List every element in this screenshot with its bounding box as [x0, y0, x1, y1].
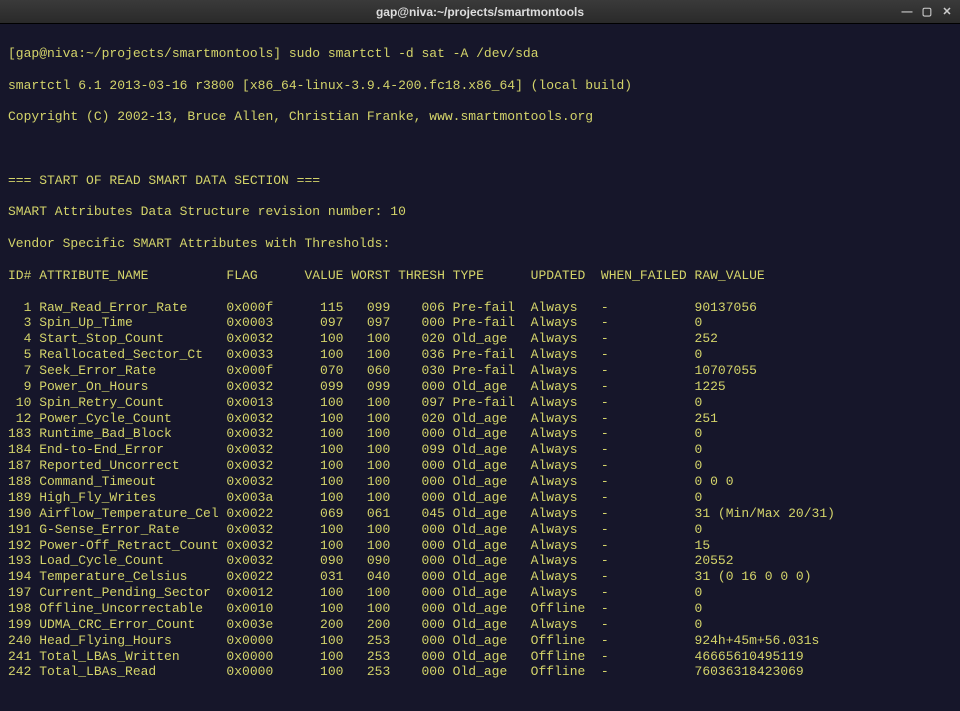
- section-start: === START OF READ SMART DATA SECTION ===: [8, 173, 952, 189]
- table-row: 1 Raw_Read_Error_Rate 0x000f 115 099 006…: [8, 300, 952, 316]
- table-row: 194 Temperature_Celsius 0x0022 031 040 0…: [8, 569, 952, 585]
- table-header: ID# ATTRIBUTE_NAME FLAG VALUE WORST THRE…: [8, 268, 952, 284]
- info-line-1: smartctl 6.1 2013-03-16 r3800 [x86_64-li…: [8, 78, 952, 94]
- table-row: 193 Load_Cycle_Count 0x0032 090 090 000 …: [8, 553, 952, 569]
- window-titlebar: gap@niva:~/projects/smartmontools — ▢ ✕: [0, 0, 960, 24]
- table-row: 7 Seek_Error_Rate 0x000f 070 060 030 Pre…: [8, 363, 952, 379]
- table-row: 190 Airflow_Temperature_Cel 0x0022 069 0…: [8, 506, 952, 522]
- table-row: 187 Reported_Uncorrect 0x0032 100 100 00…: [8, 458, 952, 474]
- table-row: 192 Power-Off_Retract_Count 0x0032 100 1…: [8, 538, 952, 554]
- table-row: 10 Spin_Retry_Count 0x0013 100 100 097 P…: [8, 395, 952, 411]
- table-row: 199 UDMA_CRC_Error_Count 0x003e 200 200 …: [8, 617, 952, 633]
- table-row: 198 Offline_Uncorrectable 0x0010 100 100…: [8, 601, 952, 617]
- table-row: 191 G-Sense_Error_Rate 0x0032 100 100 00…: [8, 522, 952, 538]
- table-row: 197 Current_Pending_Sector 0x0012 100 10…: [8, 585, 952, 601]
- section-rev: SMART Attributes Data Structure revision…: [8, 204, 952, 220]
- table-body: 1 Raw_Read_Error_Rate 0x000f 115 099 006…: [8, 300, 952, 681]
- minimize-icon[interactable]: —: [898, 4, 916, 20]
- table-row: 184 End-to-End_Error 0x0032 100 100 099 …: [8, 442, 952, 458]
- table-row: 5 Reallocated_Sector_Ct 0x0033 100 100 0…: [8, 347, 952, 363]
- table-row: 183 Runtime_Bad_Block 0x0032 100 100 000…: [8, 426, 952, 442]
- table-row: 242 Total_LBAs_Read 0x0000 100 253 000 O…: [8, 664, 952, 680]
- table-row: 189 High_Fly_Writes 0x003a 100 100 000 O…: [8, 490, 952, 506]
- prompt: [gap@niva:~/projects/smartmontools]: [8, 46, 289, 61]
- window-controls: — ▢ ✕: [898, 4, 956, 20]
- command: sudo smartctl -d sat -A /dev/sda: [289, 46, 539, 61]
- table-row: 240 Head_Flying_Hours 0x0000 100 253 000…: [8, 633, 952, 649]
- window-title: gap@niva:~/projects/smartmontools: [376, 5, 584, 19]
- table-row: 4 Start_Stop_Count 0x0032 100 100 020 Ol…: [8, 331, 952, 347]
- table-row: 3 Spin_Up_Time 0x0003 097 097 000 Pre-fa…: [8, 315, 952, 331]
- info-line-2: Copyright (C) 2002-13, Bruce Allen, Chri…: [8, 109, 952, 125]
- table-row: 12 Power_Cycle_Count 0x0032 100 100 020 …: [8, 411, 952, 427]
- terminal-body[interactable]: [gap@niva:~/projects/smartmontools] sudo…: [0, 24, 960, 711]
- section-vendor: Vendor Specific SMART Attributes with Th…: [8, 236, 952, 252]
- table-row: 9 Power_On_Hours 0x0032 099 099 000 Old_…: [8, 379, 952, 395]
- table-row: 188 Command_Timeout 0x0032 100 100 000 O…: [8, 474, 952, 490]
- table-row: 241 Total_LBAs_Written 0x0000 100 253 00…: [8, 649, 952, 665]
- maximize-icon[interactable]: ▢: [918, 4, 936, 20]
- close-icon[interactable]: ✕: [938, 4, 956, 20]
